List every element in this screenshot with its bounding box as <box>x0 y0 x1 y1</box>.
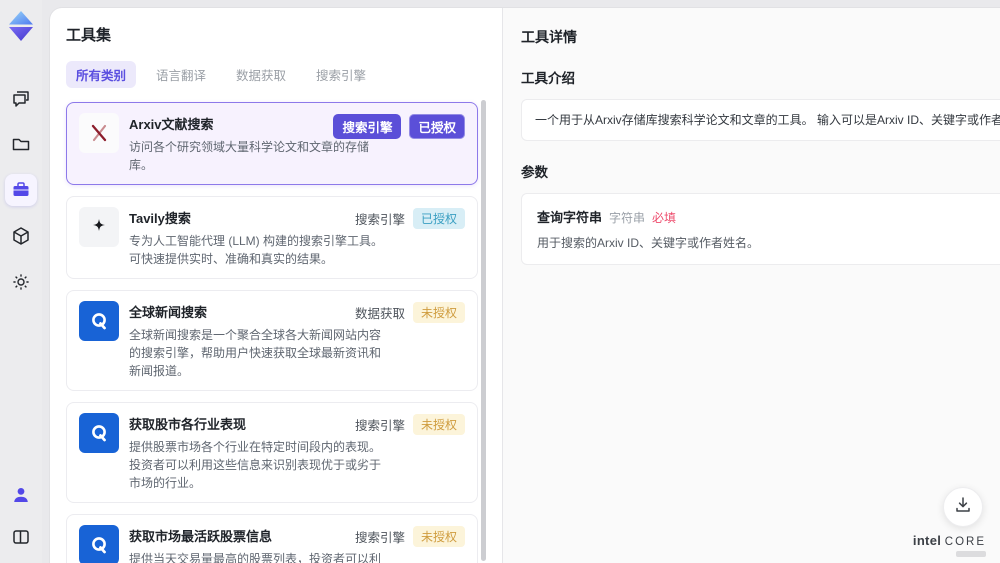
tool-auth-badge: 已授权 <box>412 208 465 229</box>
parameter-type: 字符串 <box>609 211 646 225</box>
download-icon <box>953 495 973 520</box>
tool-list: Arxiv文献搜索 访问各个研究领域大量科学论文和文章的存储库。 搜索引擎 已授… <box>66 102 478 563</box>
category-tab[interactable]: 所有类别 <box>66 61 137 88</box>
tool-category-badge: 搜索引擎 <box>354 419 405 433</box>
brand-subline <box>956 551 986 557</box>
category-tab[interactable]: 语言翻译 <box>146 61 216 88</box>
tool-name: 全球新闻搜索 <box>129 305 208 320</box>
tool-auth-badge: 已授权 <box>409 114 465 139</box>
parameter-item: 查询字符串 字符串 必填 用于搜索的Arxiv ID、关键字或作者姓名。 <box>537 207 1000 251</box>
toolset-pane: 工具集 所有类别 语言翻译 数据获取 搜索引擎 Arxiv文献搜索 访问各个研究领域大… <box>50 8 502 563</box>
panel-layout-icon <box>11 527 31 547</box>
category-tab[interactable]: 搜索引擎 <box>306 61 376 88</box>
app-logo-icon[interactable] <box>7 10 35 42</box>
parameter-description: 用于搜索的Arxiv ID、关键字或作者姓名。 <box>537 236 760 250</box>
cube-icon <box>11 226 31 246</box>
params-box: 查询字符串 字符串 必填 用于搜索的Arxiv ID、关键字或作者姓名。 <box>521 193 1000 265</box>
tool-card[interactable]: 全球新闻搜索 全球新闻搜索是一个聚合全球各大新闻网站内容的搜索引擎，帮助用户快速… <box>66 290 478 391</box>
tool-category-badge: 数据获取 <box>354 307 405 321</box>
params-heading: 参数 <box>521 165 548 180</box>
download-button[interactable] <box>943 487 983 527</box>
tool-card[interactable]: Tavily搜索 专为人工智能代理 (LLM) 构建的搜索引擎工具。可快速提供实… <box>66 196 478 279</box>
tool-category-badge: 搜索引擎 <box>354 213 405 227</box>
nav-tools-button[interactable] <box>5 174 37 206</box>
category-tab[interactable]: 数据获取 <box>226 61 296 88</box>
nav-files-button[interactable] <box>5 128 37 160</box>
tool-detail-pane: 工具详情 工具介绍 一个用于从Arxiv存储库搜索科学论文和文章的工具。 输入可… <box>502 8 1000 563</box>
tool-auth-badge: 未授权 <box>412 414 465 435</box>
news-logo-icon <box>79 525 119 563</box>
chat-icon <box>11 88 31 108</box>
nav-collapse-button[interactable] <box>5 521 37 553</box>
parameter-name: 查询字符串 <box>537 210 603 225</box>
tool-description: 专为人工智能代理 (LLM) 构建的搜索引擎工具。可快速提供实时、准确和真实的结… <box>129 234 384 266</box>
tool-category-badge: 搜索引擎 <box>333 114 402 139</box>
news-logo-icon <box>79 301 119 341</box>
tool-description: 提供当天交易量最高的股票列表，投资者可以利用这些信息来识别流动性强的股票和潜在的… <box>129 552 382 563</box>
tool-description: 提供股票市场各个行业在特定时间段内的表现。投资者可以利用这些信息来识别表现优于或… <box>129 440 382 490</box>
app-rail <box>0 0 42 563</box>
tool-description: 全球新闻搜索是一个聚合全球各大新闻网站内容的搜索引擎，帮助用户快速获取全球最新资… <box>129 328 382 378</box>
briefcase-icon <box>11 180 31 200</box>
gear-icon <box>11 272 31 292</box>
intro-heading: 工具介绍 <box>521 71 575 86</box>
nav-settings-button[interactable] <box>5 266 37 298</box>
tool-description: 访问各个研究领域大量科学论文和文章的存储库。 <box>129 140 370 172</box>
arxiv-icon <box>79 113 119 153</box>
news-logo-icon <box>79 413 119 453</box>
user-icon <box>11 485 31 505</box>
nav-chat-button[interactable] <box>5 82 37 114</box>
list-scrollbar[interactable] <box>481 100 486 561</box>
tool-name: 获取市场最活跃股票信息 <box>129 529 273 544</box>
detail-title: 工具详情 <box>521 29 577 45</box>
tool-auth-badge: 未授权 <box>412 526 465 547</box>
tool-name: Tavily搜索 <box>129 211 191 226</box>
brand-logo: intel core <box>913 534 986 557</box>
nav-account-button[interactable] <box>5 479 37 511</box>
tool-category-badge: 搜索引擎 <box>354 531 405 545</box>
parameter-required-flag: 必填 <box>652 211 677 225</box>
page-title: 工具集 <box>66 27 112 44</box>
tool-card[interactable]: 获取市场最活跃股票信息 提供当天交易量最高的股票列表，投资者可以利用这些信息来识… <box>66 514 478 563</box>
sparkle-icon <box>79 207 119 247</box>
tool-name: 获取股市各行业表现 <box>129 417 247 432</box>
brand-text: intel core <box>912 533 986 549</box>
nav-models-button[interactable] <box>5 220 37 252</box>
folder-icon <box>11 134 31 154</box>
tool-card[interactable]: Arxiv文献搜索 访问各个研究领域大量科学论文和文章的存储库。 搜索引擎 已授… <box>66 102 478 185</box>
main-content: 工具集 所有类别 语言翻译 数据获取 搜索引擎 Arxiv文献搜索 访问各个研究领域大… <box>50 8 1000 563</box>
tool-auth-badge: 未授权 <box>412 302 465 323</box>
category-tabs: 所有类别 语言翻译 数据获取 搜索引擎 <box>66 61 502 88</box>
tool-card[interactable]: 获取股市各行业表现 提供股票市场各个行业在特定时间段内的表现。投资者可以利用这些… <box>66 402 478 503</box>
tool-intro-text: 一个用于从Arxiv存储库搜索科学论文和文章的工具。 输入可以是Arxiv ID… <box>521 99 1000 141</box>
